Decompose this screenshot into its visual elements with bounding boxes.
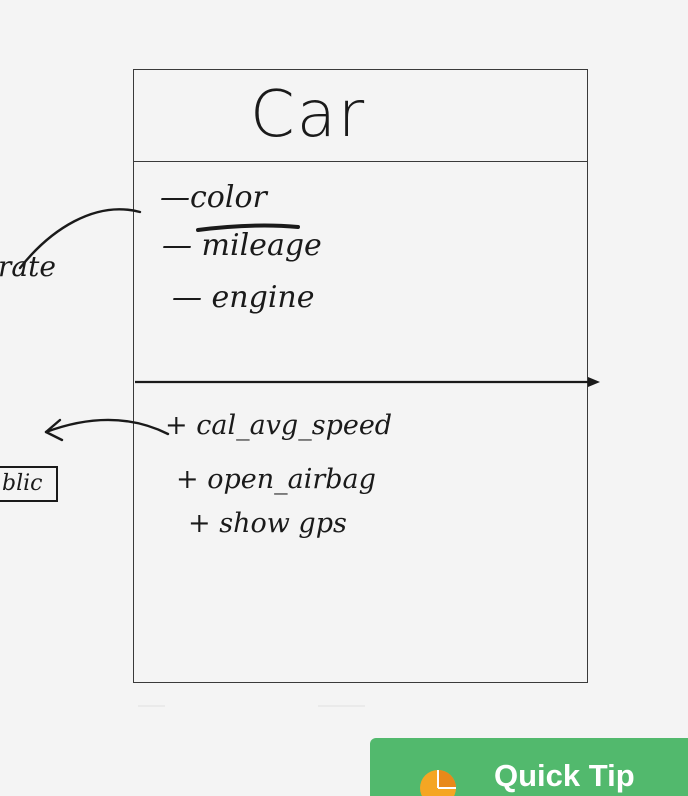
tip-pie-icon	[420, 770, 456, 796]
method-row: + cal_avg_speed	[165, 410, 392, 441]
class-name: Car	[250, 78, 367, 152]
whiteboard-canvas: Car —color — mileage — engine + cal_avg_…	[0, 0, 688, 796]
attribute-row: —color	[160, 180, 267, 215]
method-name: cal_avg_speed	[196, 410, 393, 441]
attribute-visibility: —	[162, 228, 192, 263]
method-name: show gps	[219, 508, 347, 539]
attribute-name: mileage	[201, 228, 322, 263]
method-row: + open_airbag	[176, 464, 376, 495]
quick-tip-button[interactable]: Quick Tip	[370, 738, 688, 796]
method-visibility: +	[165, 410, 188, 441]
quick-tip-label: Quick Tip	[494, 758, 635, 793]
attribute-row: — mileage	[162, 228, 322, 263]
attribute-name: engine	[211, 280, 315, 315]
method-row: + show gps	[188, 508, 347, 539]
divider-arrowhead	[588, 377, 600, 387]
private-label: rate	[0, 250, 56, 283]
method-visibility: +	[176, 464, 199, 495]
attribute-name: color	[190, 180, 267, 215]
attribute-visibility: —	[172, 280, 202, 315]
method-name: open_airbag	[207, 464, 376, 495]
public-pointer-curve	[44, 418, 170, 436]
public-label-box: blic	[0, 466, 58, 502]
attribute-row: — engine	[172, 280, 315, 315]
method-visibility: +	[188, 508, 211, 539]
attribute-visibility: —	[160, 180, 190, 215]
